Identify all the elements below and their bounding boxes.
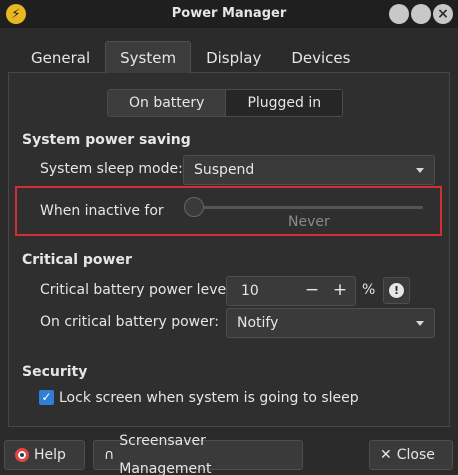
chevron-down-icon [416, 168, 424, 173]
headset-icon: ∩ [104, 447, 115, 463]
tab-devices[interactable]: Devices [276, 41, 365, 73]
tab-bar: General System Display Devices [16, 41, 365, 73]
maximize-button[interactable] [411, 4, 431, 24]
system-power-saving-heading: System power saving [22, 132, 191, 148]
close-icon: × [437, 6, 449, 22]
plugged-in-button[interactable]: Plugged in [226, 90, 343, 116]
close-icon: ✕ [380, 447, 392, 463]
lifebuoy-icon [15, 448, 29, 462]
close-label: Close [396, 447, 435, 463]
title-bar: ⚡ Power Manager × [0, 0, 458, 28]
critical-action-select[interactable]: Notify [226, 308, 435, 338]
security-heading: Security [22, 364, 88, 380]
help-label: Help [34, 447, 66, 463]
chevron-down-icon [416, 321, 424, 326]
screensaver-management-button[interactable]: ∩ Screensaver Management [93, 433, 303, 475]
critical-action-label: On critical battery power: [40, 314, 219, 330]
inactive-label: When inactive for [40, 203, 164, 219]
lock-screen-checkbox[interactable]: ✓ [39, 390, 54, 405]
minimize-button[interactable] [389, 4, 409, 24]
close-window-button[interactable]: × [433, 4, 453, 24]
critical-level-label: Critical battery power level: [40, 282, 235, 298]
critical-level-input[interactable]: 10 [241, 277, 259, 305]
critical-power-heading: Critical power [22, 252, 132, 268]
critical-action-value: Notify [237, 315, 279, 331]
check-icon: ✓ [41, 390, 52, 404]
inactive-value: Never [288, 214, 330, 230]
decrement-button[interactable]: − [298, 277, 326, 305]
screensaver-label: Screensaver Management [119, 433, 212, 475]
sleep-mode-select[interactable]: Suspend [183, 155, 435, 185]
close-button[interactable]: ✕ Close [369, 440, 453, 470]
inactive-slider-handle[interactable] [184, 197, 204, 217]
sleep-mode-label: System sleep mode: [40, 161, 183, 177]
exclamation-icon: ! [389, 283, 404, 298]
tab-general[interactable]: General [16, 41, 105, 73]
percent-unit: % [362, 282, 376, 298]
tab-system[interactable]: System [105, 41, 192, 73]
power-source-switcher: On battery Plugged in [107, 89, 344, 117]
on-battery-button[interactable]: On battery [108, 90, 227, 116]
sleep-mode-value: Suspend [194, 162, 255, 178]
lock-screen-label[interactable]: Lock screen when system is going to slee… [59, 390, 359, 406]
critical-level-spinbutton: 10 − + [226, 276, 356, 306]
inactive-slider-track[interactable] [195, 206, 423, 209]
help-button[interactable]: Help [4, 440, 85, 470]
tab-display[interactable]: Display [191, 41, 276, 73]
critical-info-button[interactable]: ! [383, 277, 410, 304]
increment-button[interactable]: + [326, 277, 354, 305]
